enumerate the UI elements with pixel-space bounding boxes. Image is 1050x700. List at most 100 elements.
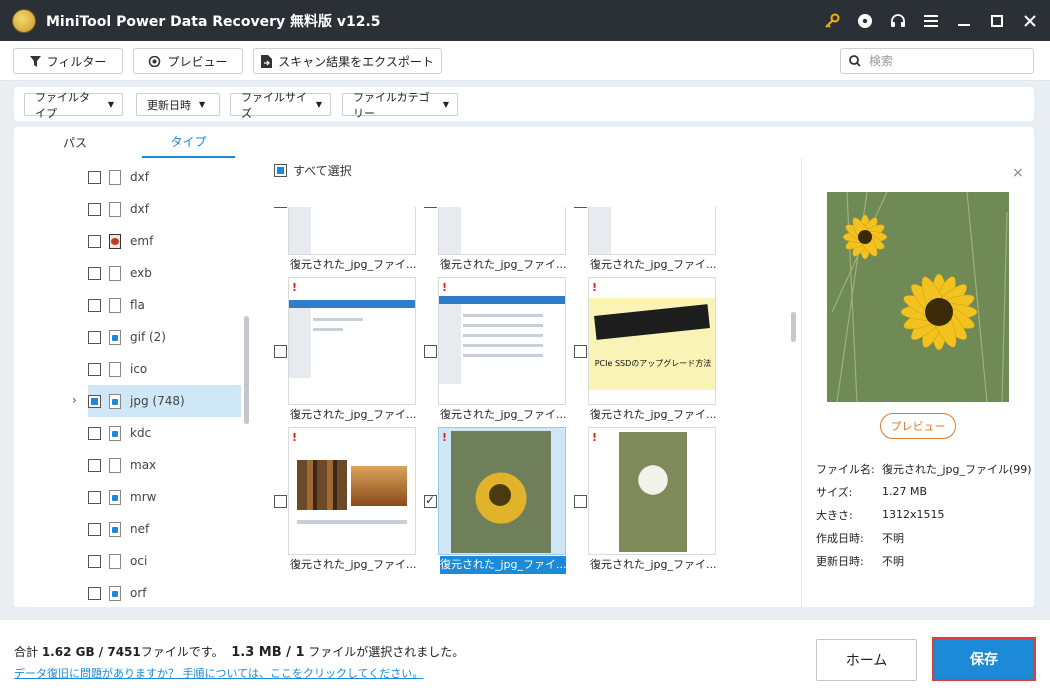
- tree-item-label: oci: [130, 554, 148, 568]
- file-name: 復元された_jpg_ファイ...: [590, 558, 716, 571]
- preview-button[interactable]: プレビュー: [133, 48, 243, 74]
- warning-icon: !: [592, 431, 598, 444]
- checkbox[interactable]: [88, 298, 101, 312]
- file-checkbox[interactable]: [424, 493, 437, 508]
- checkbox[interactable]: [88, 586, 101, 600]
- preview-file-button[interactable]: プレビュー: [880, 413, 956, 439]
- checkbox[interactable]: [88, 330, 101, 344]
- grid-scrollbar[interactable]: [791, 312, 796, 342]
- tree-item-jpg[interactable]: jpg (748): [88, 385, 241, 417]
- filter-button[interactable]: フィルター: [13, 48, 123, 74]
- filter-file-size[interactable]: ファイルサイズ ▼: [230, 91, 331, 120]
- checkbox[interactable]: [88, 362, 101, 376]
- close-icon[interactable]: [1020, 11, 1040, 31]
- tab-type[interactable]: タイプ: [142, 127, 235, 158]
- info-row: サイズ: 1.27 MB: [816, 480, 1034, 503]
- checkbox[interactable]: [88, 522, 101, 536]
- select-all[interactable]: すべて選択: [274, 162, 352, 179]
- maximize-icon[interactable]: [987, 11, 1007, 31]
- home-button[interactable]: ホーム: [816, 639, 917, 681]
- tree-item[interactable]: orf: [88, 577, 241, 607]
- tree-item[interactable]: gif (2): [88, 321, 241, 353]
- filter-file-type[interactable]: ファイルタイプ ▼: [24, 91, 123, 120]
- file-icon: [109, 457, 121, 473]
- file-card[interactable]: ! 復元された_jpg_ファイ...: [266, 427, 416, 577]
- tree-item[interactable]: dxf: [88, 193, 241, 225]
- selected-size: 1.3 MB: [231, 645, 282, 660]
- tree-item[interactable]: emf: [88, 225, 241, 257]
- file-card[interactable]: ! 復元された_jpg_ファイ...: [416, 277, 566, 427]
- tree-item[interactable]: nef: [88, 513, 241, 545]
- image-file-icon: [109, 393, 121, 409]
- headphones-icon[interactable]: [888, 11, 908, 31]
- close-preview-icon[interactable]: ×: [1012, 165, 1024, 181]
- image-file-icon: [109, 521, 121, 537]
- tree-item[interactable]: dxf: [88, 161, 241, 193]
- selected-separator: /: [281, 645, 296, 660]
- help-link[interactable]: データ復旧に問題がありますか？ 手順については、ここをクリックしてください。: [14, 665, 423, 681]
- file-checkbox[interactable]: [274, 345, 287, 358]
- export-button[interactable]: スキャン結果をエクスポート: [253, 48, 442, 74]
- file-checkbox[interactable]: [424, 345, 437, 358]
- menu-icon[interactable]: [921, 11, 941, 31]
- filter-file-category[interactable]: ファイルカテゴリー ▼: [342, 91, 458, 120]
- checkbox[interactable]: [88, 170, 101, 184]
- save-button[interactable]: 保存: [932, 637, 1036, 681]
- file-name: 復元された_jpg_ファイ...: [440, 258, 566, 271]
- file-thumbnail: [438, 207, 566, 255]
- tree-item[interactable]: kdc: [88, 417, 241, 449]
- file-card[interactable]: ! 復元された_jpg_ファイ...: [566, 427, 716, 577]
- export-icon: [261, 54, 273, 68]
- checkbox[interactable]: [88, 202, 101, 216]
- file-name: 復元された_jpg_ファイ...: [290, 258, 416, 271]
- file-checkbox[interactable]: [424, 207, 437, 208]
- filter-modified-date[interactable]: 更新日時 ▼: [136, 93, 220, 116]
- checkbox[interactable]: [88, 426, 101, 440]
- warning-icon: !: [292, 431, 298, 444]
- select-all-checkbox[interactable]: [274, 164, 287, 177]
- tree-item[interactable]: fla: [88, 289, 241, 321]
- file-card[interactable]: 復元された_jpg_ファイ...: [566, 207, 716, 277]
- info-value: 1.27 MB: [882, 485, 928, 498]
- expand-arrow-icon[interactable]: ›: [72, 393, 77, 407]
- info-label: ファイル名:: [816, 462, 875, 476]
- file-card[interactable]: 復元された_jpg_ファイ...: [266, 207, 416, 277]
- file-card[interactable]: PCIe SSDのアップグレード方法 ! 復元された_jpg_ファイ...: [566, 277, 716, 427]
- tree-item-label: dxf: [130, 202, 149, 216]
- file-checkbox[interactable]: [574, 495, 587, 508]
- file-checkbox[interactable]: [574, 345, 587, 358]
- file-checkbox[interactable]: [274, 495, 287, 508]
- file-checkbox[interactable]: [274, 207, 287, 208]
- checkbox[interactable]: [88, 554, 101, 568]
- checkbox[interactable]: [88, 458, 101, 472]
- checkbox[interactable]: [88, 266, 101, 280]
- tree-item[interactable]: oci: [88, 545, 241, 577]
- file-name: 復元された_jpg_ファイ...: [440, 408, 566, 421]
- file-card[interactable]: 復元された_jpg_ファイ...: [416, 207, 566, 277]
- checkbox[interactable]: [88, 490, 101, 504]
- checkbox[interactable]: [88, 394, 101, 408]
- minimize-icon[interactable]: [954, 11, 974, 31]
- file-card-selected[interactable]: ! 復元された_jpg_ファイ...: [416, 427, 566, 577]
- key-icon[interactable]: [822, 11, 842, 31]
- thumbnail-grid: 復元された_jpg_ファイ... 復元された_jpg_ファイ... 復元された_…: [266, 207, 796, 607]
- image-file-icon: [109, 425, 121, 441]
- tab-path[interactable]: パス: [34, 127, 116, 158]
- tree-item[interactable]: max: [88, 449, 241, 481]
- info-value: 不明: [882, 554, 904, 568]
- tree-item[interactable]: ico: [88, 353, 241, 385]
- info-row: 作成日時: 不明: [816, 526, 1034, 549]
- checkbox[interactable]: [88, 234, 101, 248]
- search-input[interactable]: [869, 54, 1019, 68]
- tree-item[interactable]: mrw: [88, 481, 241, 513]
- chevron-down-icon: ▼: [315, 100, 322, 109]
- tree-scrollbar[interactable]: [244, 316, 249, 424]
- file-card[interactable]: ! 復元された_jpg_ファイ...: [266, 277, 416, 427]
- tree-item-label: exb: [130, 266, 152, 280]
- disc-icon[interactable]: [855, 11, 875, 31]
- tree-item[interactable]: exb: [88, 257, 241, 289]
- file-checkbox[interactable]: [574, 207, 587, 208]
- search-box[interactable]: [840, 48, 1034, 74]
- summary-separator: /: [94, 645, 108, 659]
- tree-item-label: dxf: [130, 170, 149, 184]
